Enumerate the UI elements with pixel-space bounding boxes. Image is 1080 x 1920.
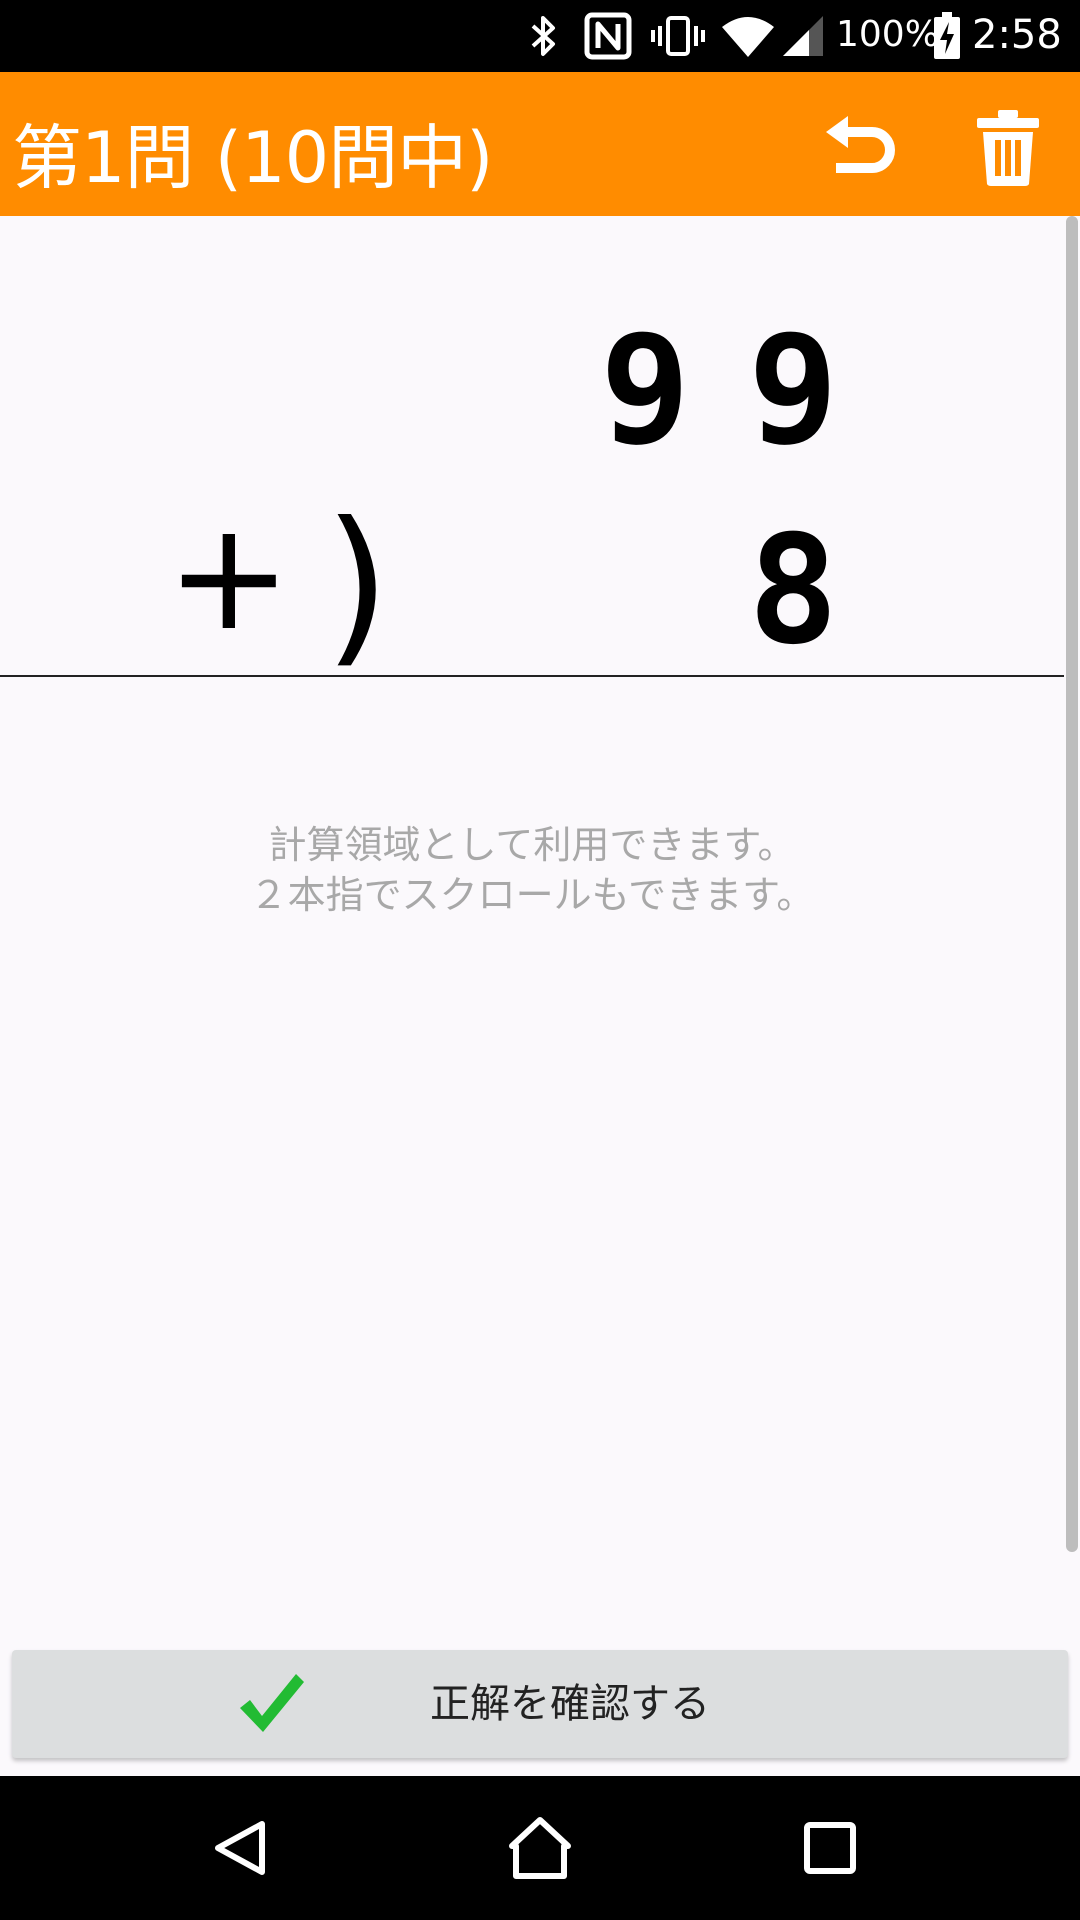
- workspace-hint: 計算領域として利用できます。 ２本指でスクロールもできます。: [0, 820, 1064, 920]
- hint-line-2: ２本指でスクロールもできます。: [249, 873, 815, 917]
- check-answer-label: 正解を確認する: [430, 1681, 710, 1727]
- undo-button[interactable]: [814, 100, 910, 196]
- bluetooth-icon: [522, 10, 566, 62]
- app-bar: 第1問 (10問中): [0, 72, 1080, 216]
- home-icon: [509, 1817, 571, 1879]
- cell-signal-icon: [778, 10, 828, 62]
- recents-button[interactable]: [780, 1798, 880, 1898]
- vibrate-icon: [650, 10, 706, 62]
- nav-bar: [0, 1776, 1080, 1920]
- plus-operator: +: [166, 490, 292, 664]
- top-digit-ones: 9: [748, 304, 839, 478]
- operator-paren: ): [324, 486, 391, 684]
- clock: 2:58: [972, 12, 1062, 58]
- home-button[interactable]: [490, 1798, 590, 1898]
- trash-icon: [977, 110, 1039, 186]
- undo-icon: [826, 116, 895, 173]
- battery-percent: 100%: [836, 14, 939, 55]
- status-bar: 100% 2:58: [0, 0, 1080, 72]
- top-digit-tens: 9: [600, 304, 691, 478]
- answer-line: [0, 675, 1064, 677]
- scrollbar[interactable]: [1066, 216, 1078, 1552]
- battery-charging-icon: [930, 10, 964, 62]
- back-icon: [215, 1821, 265, 1875]
- page-title: 第1問 (10問中): [12, 117, 493, 199]
- delete-button[interactable]: [960, 100, 1056, 196]
- screen: 100% 2:58 第1問 (10問中) 9 9 +) 8 計算領域として利用…: [0, 0, 1080, 1920]
- back-button[interactable]: [190, 1798, 290, 1898]
- wifi-icon: [720, 10, 776, 62]
- bottom-digit-ones: 8: [748, 504, 839, 678]
- hint-line-1: 計算領域として利用できます。: [268, 823, 796, 867]
- nfc-icon: [580, 10, 636, 62]
- check-answer-button[interactable]: 正解を確認する: [12, 1650, 1068, 1758]
- recents-icon: [804, 1822, 856, 1874]
